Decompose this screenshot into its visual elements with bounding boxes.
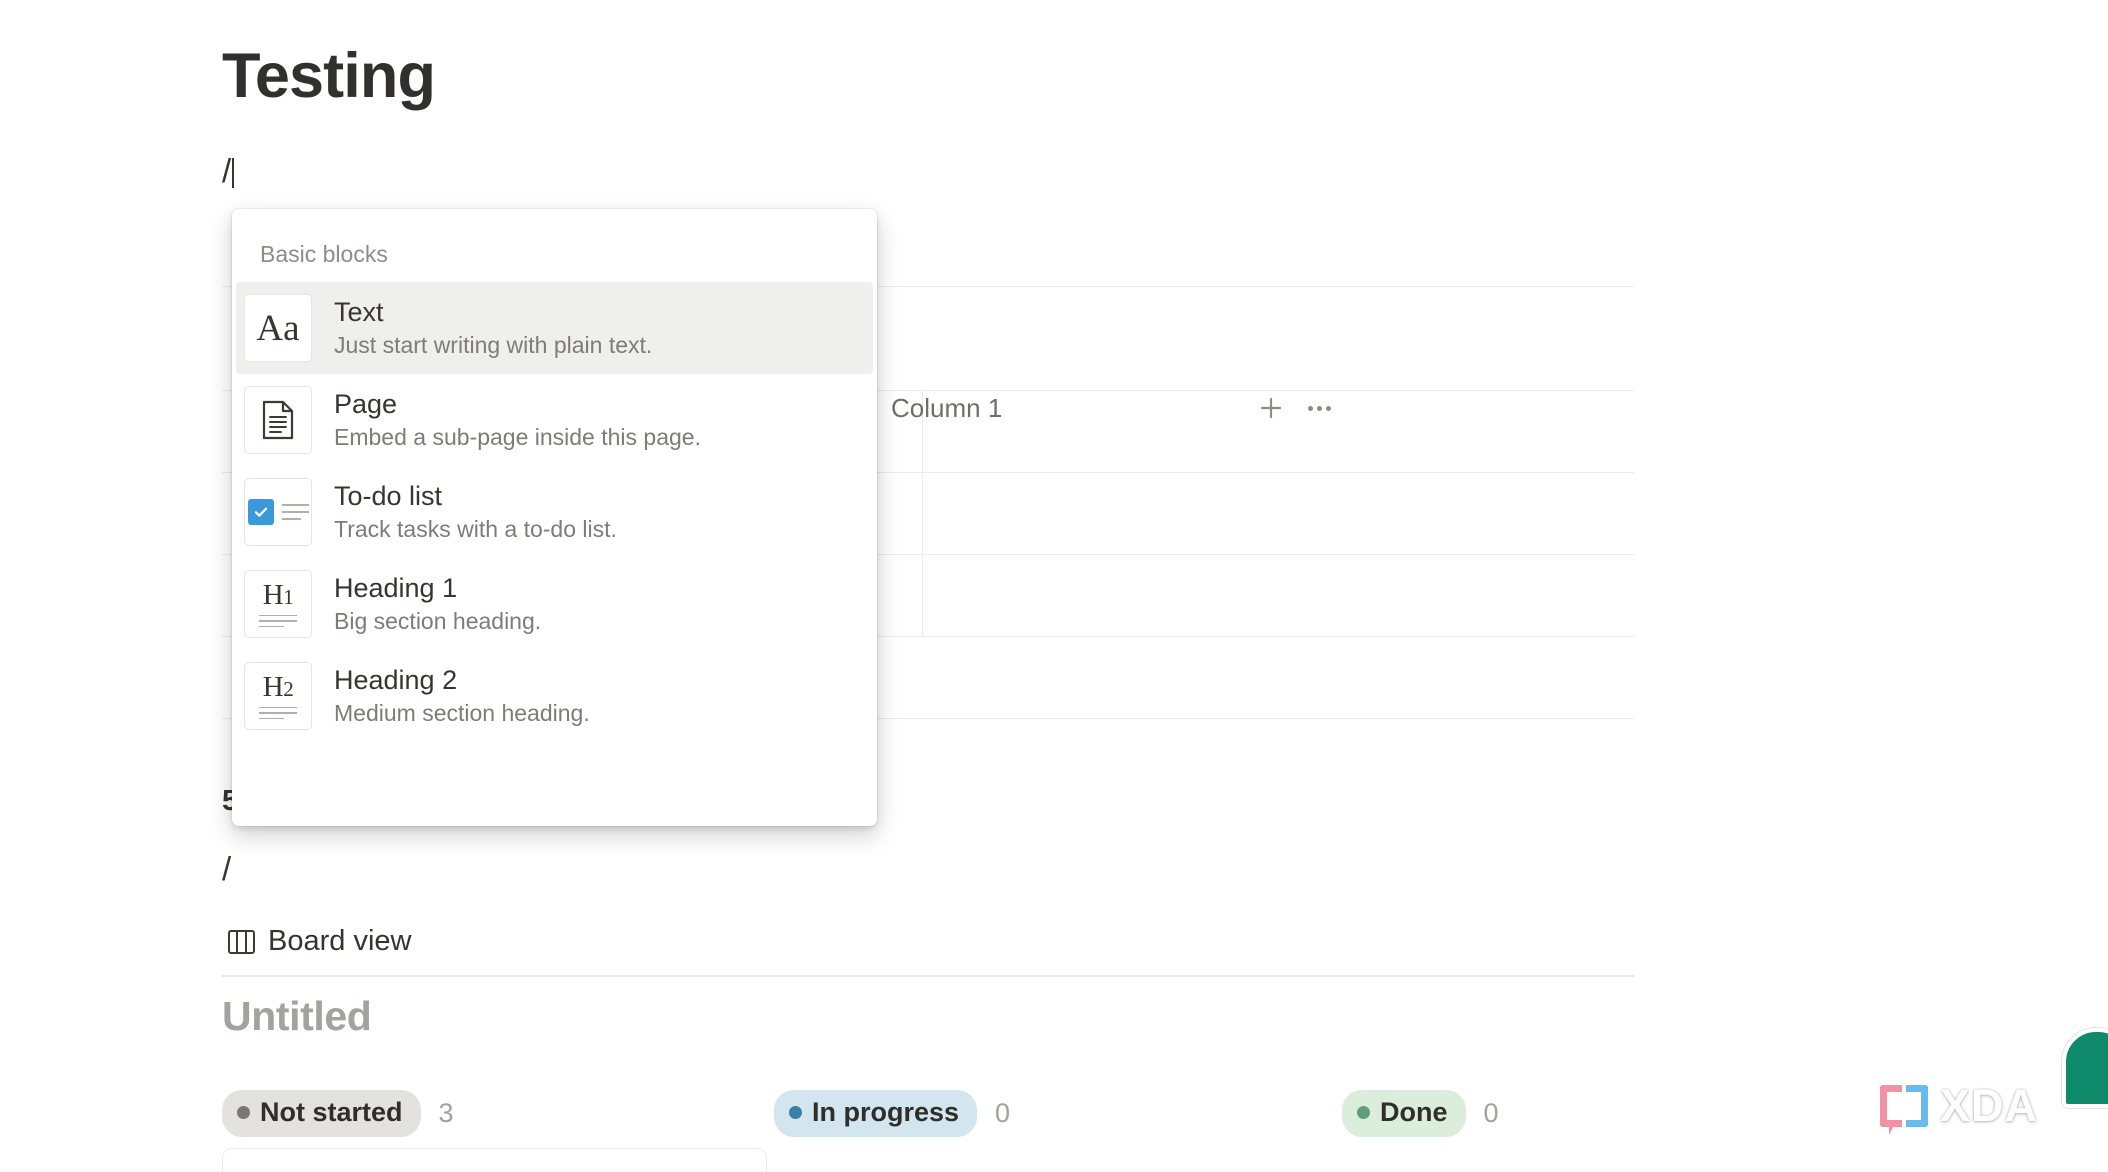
board-view-label: Board view xyxy=(268,925,412,957)
column-header-label: Column 1 xyxy=(891,392,1003,423)
database-title[interactable]: Untitled xyxy=(222,993,372,1040)
board-view-divider xyxy=(222,975,1634,977)
status-label: Not started xyxy=(260,1097,403,1127)
menu-item-heading-1[interactable]: H1 Heading 1 Big section heading. xyxy=(236,558,873,650)
heading-lines-icon xyxy=(259,614,297,628)
board-view-tab[interactable]: Board view xyxy=(228,925,411,958)
menu-item-text-block: Heading 1 Big section heading. xyxy=(334,573,541,636)
menu-item-text-block: To-do list Track tasks with a to-do list… xyxy=(334,481,617,544)
menu-item-text-block: Text Just start writing with plain text. xyxy=(334,297,652,360)
table-column-header[interactable]: Column 1 xyxy=(862,388,1002,428)
checkbox-checked-icon xyxy=(247,499,274,525)
status-badge[interactable]: In progress xyxy=(774,1090,978,1137)
heading-lines-icon xyxy=(259,706,297,720)
status-label: In progress xyxy=(812,1097,960,1127)
menu-item-todo-list[interactable]: To-do list Track tasks with a to-do list… xyxy=(236,466,873,558)
heading-glyph: H2 xyxy=(262,670,294,703)
menu-item-description: Just start writing with plain text. xyxy=(334,331,653,358)
slash-command-line-bottom[interactable]: / xyxy=(222,846,231,892)
text-caret xyxy=(232,158,235,188)
watermark-text: XDA xyxy=(1940,1080,2039,1131)
board-column-in-progress: In progress 0 xyxy=(774,1090,1010,1137)
board-column-not-started: Not started 3 xyxy=(222,1090,454,1137)
todo-checkbox-icon xyxy=(244,478,312,546)
menu-item-title: Heading 1 xyxy=(334,572,458,603)
status-badge[interactable]: Not started xyxy=(222,1090,421,1137)
slash-command-text: / xyxy=(222,152,232,189)
menu-item-title: To-do list xyxy=(334,480,443,511)
menu-item-text[interactable]: Aa Text Just start writing with plain te… xyxy=(236,282,873,374)
dot xyxy=(1325,405,1331,411)
status-label: Done xyxy=(1380,1097,1448,1127)
page-document-icon xyxy=(244,386,312,454)
speech-bubble-right-icon xyxy=(1906,1085,1928,1127)
xda-watermark: XDA xyxy=(1880,1080,2039,1135)
menu-item-description: Track tasks with a to-do list. xyxy=(334,515,617,542)
menu-item-title: Text xyxy=(334,296,384,327)
table-more-options-button[interactable] xyxy=(1303,392,1335,424)
status-badge[interactable]: Done xyxy=(1342,1090,1466,1137)
list-lines-icon xyxy=(281,504,309,520)
menu-item-title: Heading 2 xyxy=(334,664,458,695)
menu-item-page[interactable]: Page Embed a sub-page inside this page. xyxy=(236,374,873,466)
page-title[interactable]: Testing xyxy=(222,41,436,111)
speech-bubble-left-icon xyxy=(1880,1085,1902,1135)
heading-glyph-level: 2 xyxy=(283,676,294,701)
text-aa-icon: Aa xyxy=(244,294,312,362)
status-count: 3 xyxy=(438,1097,454,1128)
slash-command-menu: Basic blocks Aa Text Just start writing … xyxy=(232,209,877,826)
dot xyxy=(1316,405,1322,411)
status-dot xyxy=(789,1106,802,1120)
menu-item-description: Embed a sub-page inside this page. xyxy=(334,423,701,450)
notion-page-canvas: Column 1 Testing / 5 / Board view Untitl… xyxy=(0,0,2108,1172)
menu-item-heading-2[interactable]: H2 Heading 2 Medium section heading. xyxy=(236,650,873,742)
kanban-board-icon xyxy=(228,929,255,954)
status-count: 0 xyxy=(1483,1097,1499,1128)
status-dot xyxy=(1357,1106,1370,1120)
app-badge-icon xyxy=(2062,1028,2108,1108)
add-column-button[interactable] xyxy=(1255,392,1287,424)
heading-2-icon: H2 xyxy=(244,662,312,730)
menu-item-description: Medium section heading. xyxy=(334,699,590,726)
menu-item-title: Page xyxy=(334,388,398,419)
menu-item-text-block: Page Embed a sub-page inside this page. xyxy=(334,389,701,452)
dot xyxy=(1307,405,1313,411)
heading-1-icon: H1 xyxy=(244,570,312,638)
board-card[interactable] xyxy=(222,1148,767,1172)
heading-glyph: H1 xyxy=(262,578,294,611)
menu-section-title: Basic blocks xyxy=(260,241,388,267)
status-dot xyxy=(237,1106,250,1120)
menu-item-text-block: Heading 2 Medium section heading. xyxy=(334,665,590,728)
status-count: 0 xyxy=(995,1097,1011,1128)
heading-glyph-level: 1 xyxy=(283,584,294,609)
slash-command-line-top[interactable]: / xyxy=(222,148,235,194)
board-column-done: Done 0 xyxy=(1342,1090,1499,1137)
menu-item-description: Big section heading. xyxy=(334,607,542,634)
